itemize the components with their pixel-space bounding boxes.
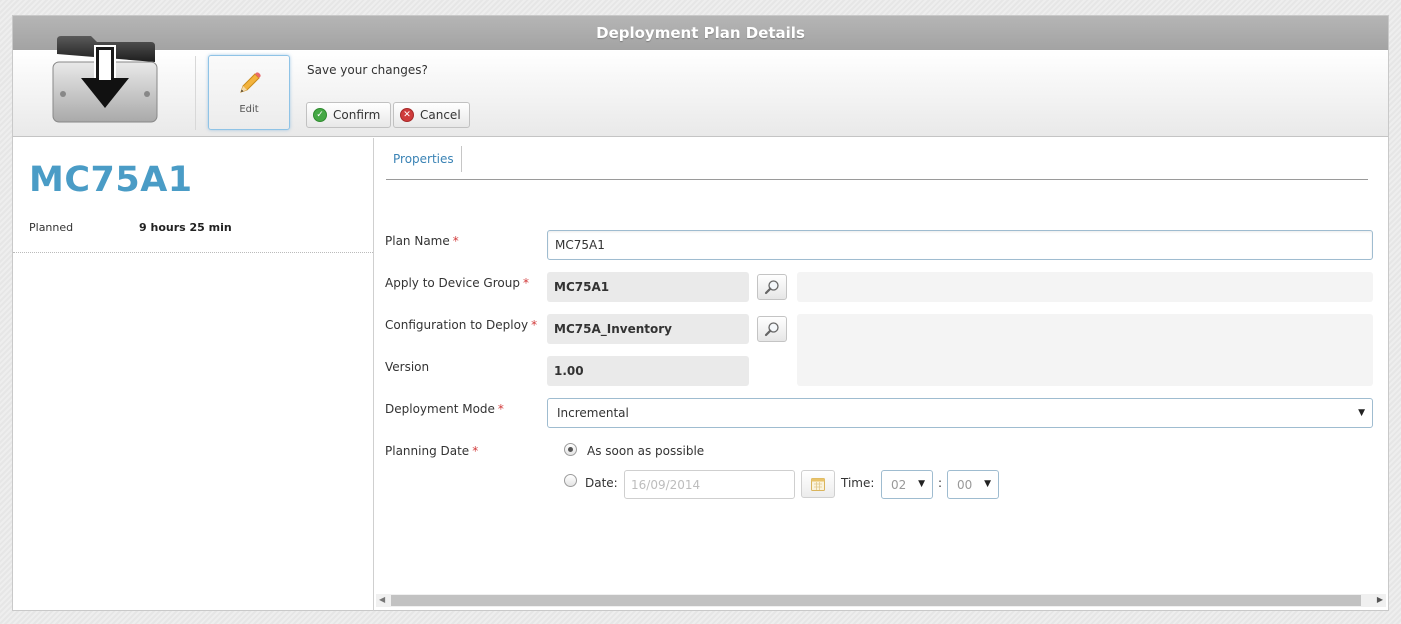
window-title: Deployment Plan Details — [13, 16, 1388, 50]
save-prompt: Save your changes? — [307, 63, 428, 77]
plan-name-input[interactable]: MC75A1 — [547, 230, 1373, 260]
date-input[interactable]: 16/09/2014 — [624, 470, 795, 499]
scroll-left-icon[interactable]: ◀ — [379, 595, 385, 604]
confirm-label: Confirm — [333, 108, 381, 122]
summary-divider — [13, 252, 373, 253]
asap-label: As soon as possible — [587, 444, 705, 458]
chevron-down-icon: ▼ — [918, 479, 925, 489]
check-icon: ✓ — [313, 108, 327, 122]
calendar-button[interactable] — [801, 470, 835, 498]
status-label: Planned — [29, 221, 74, 234]
device-group-label: Apply to Device Group * — [385, 276, 529, 290]
device-title: MC75A1 — [29, 160, 193, 200]
calendar-icon — [811, 478, 825, 491]
tab-properties[interactable]: Properties — [386, 146, 462, 172]
details-panel: Properties Plan Name * MC75A1 Apply to De… — [374, 138, 1388, 611]
deployment-mode-label: Deployment Mode * — [385, 402, 504, 416]
search-icon — [764, 322, 779, 337]
time-separator: : — [938, 476, 943, 490]
device-group-lookup-button[interactable] — [757, 274, 787, 300]
minute-value: 00 — [957, 477, 973, 492]
cancel-label: Cancel — [420, 108, 461, 122]
tab-bar: Properties — [386, 146, 1368, 180]
toolbar: Edit Save your changes? ✓ Confirm ✕ Canc… — [13, 36, 1388, 137]
date-label: Date: — [585, 476, 618, 490]
hour-value: 02 — [891, 477, 907, 492]
edit-label: Edit — [239, 104, 259, 115]
hour-select[interactable]: 02 ▼ — [881, 470, 933, 499]
deployment-plan-window: Deployment Plan Details Edit Save your c… — [12, 15, 1389, 611]
time-label: Time: — [841, 476, 875, 490]
deployment-mode-value: Incremental — [557, 406, 629, 420]
date-radio[interactable] — [564, 474, 577, 487]
pencil-icon — [240, 72, 261, 93]
deployment-mode-select[interactable]: Incremental ▼ — [547, 398, 1373, 428]
asap-radio[interactable] — [564, 443, 577, 456]
device-group-description — [797, 272, 1373, 302]
cancel-button[interactable]: ✕ Cancel — [393, 102, 470, 128]
configuration-field: MC75A_Inventory — [547, 314, 749, 344]
toolbar-divider — [195, 56, 196, 130]
horizontal-scrollbar[interactable]: ◀ ▶ — [376, 594, 1386, 607]
confirm-button[interactable]: ✓ Confirm — [306, 102, 391, 128]
search-icon — [764, 280, 779, 295]
version-field: 1.00 — [547, 356, 749, 386]
scrollbar-thumb[interactable] — [391, 595, 1361, 606]
summary-panel: MC75A1 Planned 9 hours 25 min — [13, 138, 374, 611]
download-folder-icon — [51, 32, 159, 128]
configuration-description — [797, 314, 1373, 386]
planning-date-label: Planning Date * — [385, 444, 479, 458]
chevron-down-icon: ▼ — [984, 479, 991, 489]
scroll-right-icon[interactable]: ▶ — [1377, 595, 1383, 604]
configuration-label: Configuration to Deploy * — [385, 318, 538, 332]
plan-name-label: Plan Name * — [385, 234, 459, 248]
edit-button[interactable]: Edit — [208, 55, 290, 130]
status-value: 9 hours 25 min — [139, 221, 232, 234]
close-icon: ✕ — [400, 108, 414, 122]
configuration-lookup-button[interactable] — [757, 316, 787, 342]
chevron-down-icon: ▼ — [1358, 408, 1365, 418]
device-group-field: MC75A1 — [547, 272, 749, 302]
version-label: Version — [385, 360, 430, 374]
minute-select[interactable]: 00 ▼ — [947, 470, 999, 499]
